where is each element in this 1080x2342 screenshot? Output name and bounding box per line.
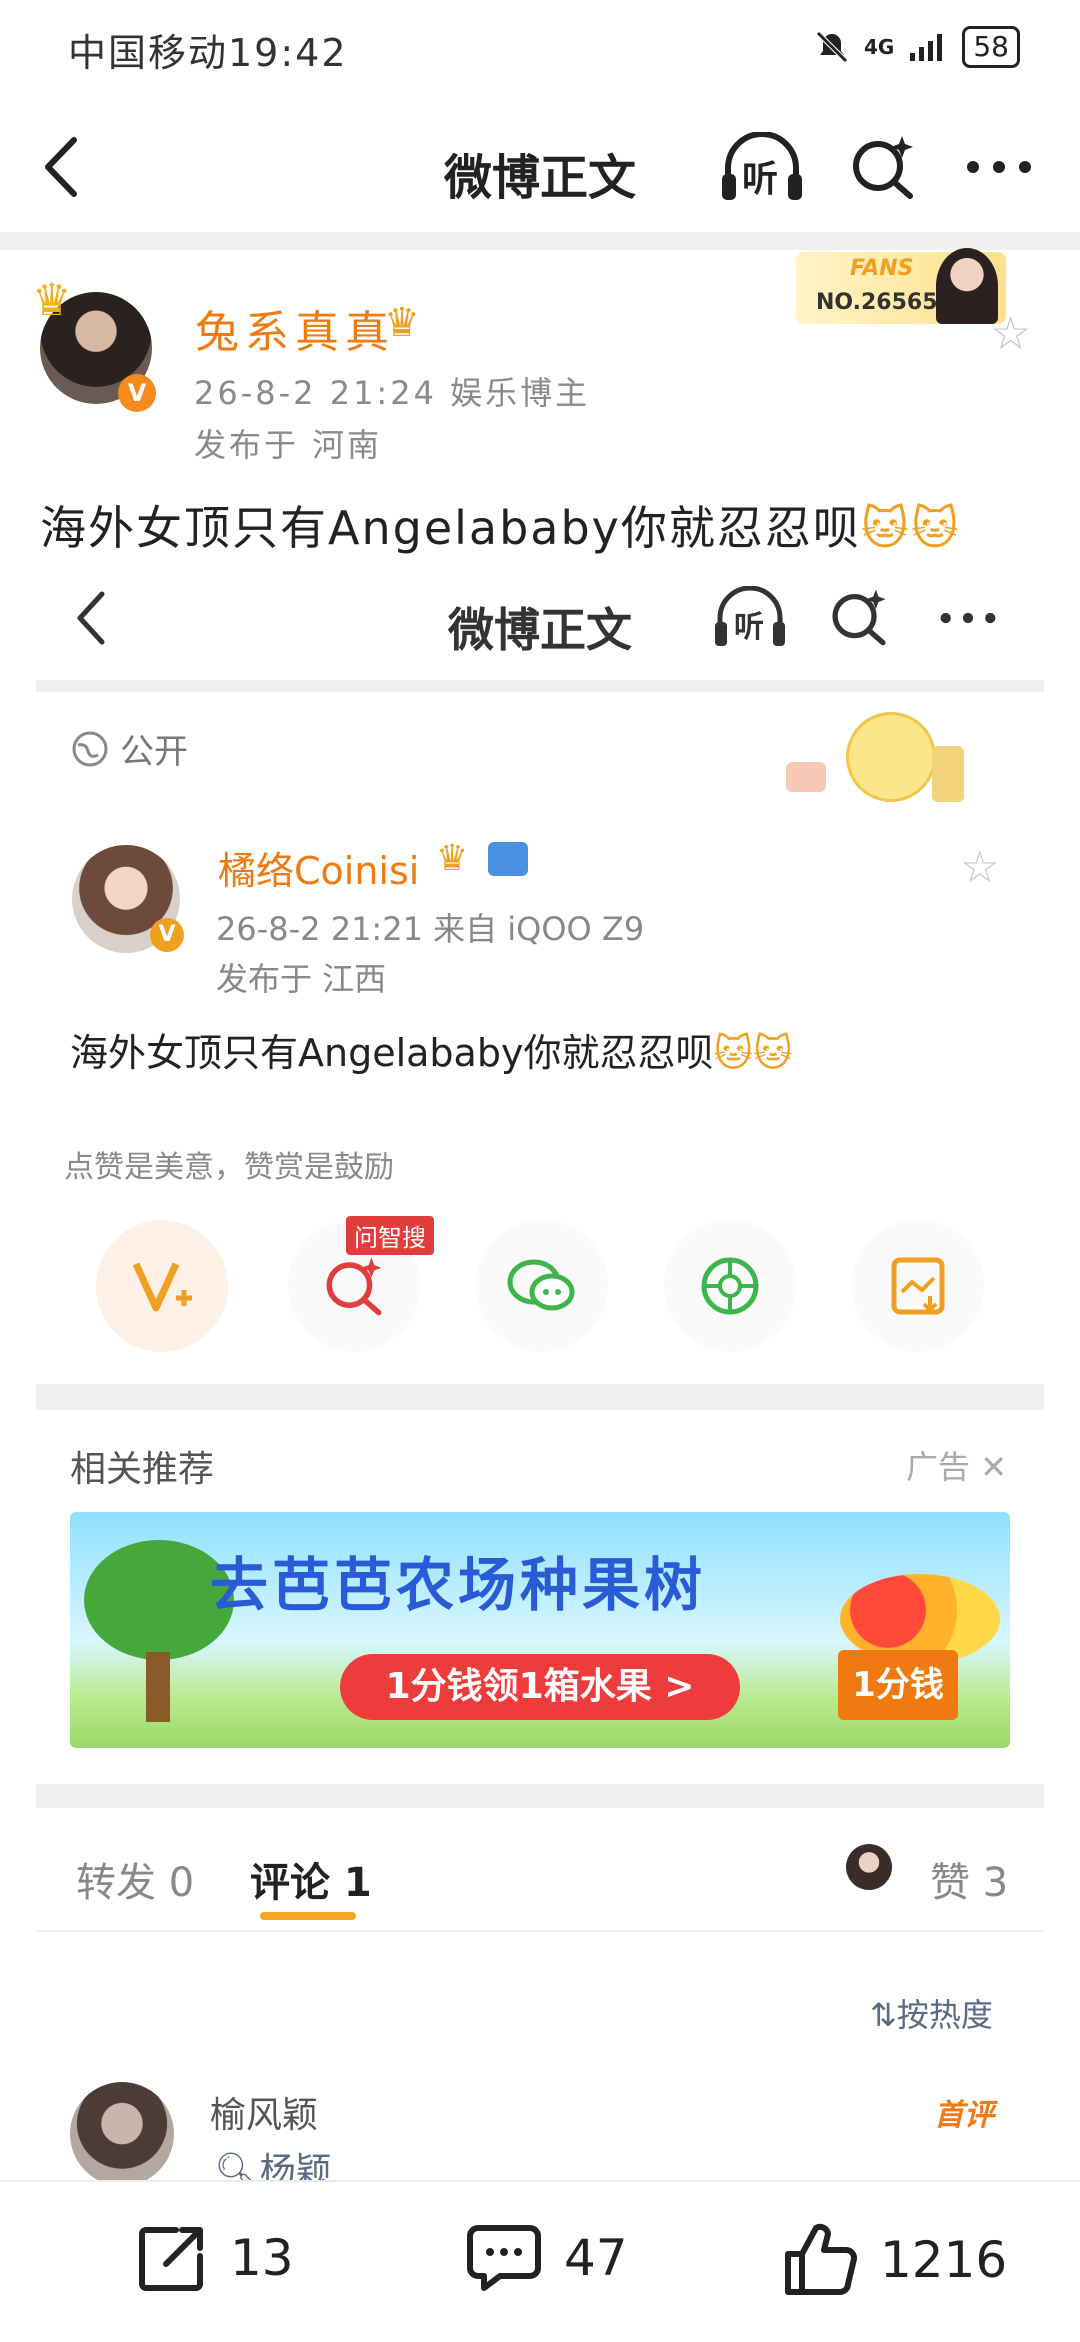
embedded-title: 微博正文	[448, 603, 632, 657]
comment-count: 47	[564, 2229, 628, 2287]
fans-badge[interactable]: FANS NO.265657	[796, 248, 1006, 324]
more-icon[interactable]	[966, 160, 1032, 174]
repost-count: 13	[230, 2229, 294, 2287]
verified-icon: V	[118, 374, 156, 412]
crown-icon: ♛	[32, 275, 72, 326]
embedded-star-icon: ☆	[960, 842, 1000, 893]
fans-badge-avatar	[936, 248, 998, 324]
tab-repost: 转发 0	[76, 1860, 195, 1906]
tab-comment: 评论 1	[250, 1860, 372, 1906]
sort-icon: ⇅	[870, 1996, 897, 2034]
emoji-icon: 🐱🐱	[860, 501, 961, 555]
visibility-row: 公开	[70, 724, 188, 773]
section-divider-2	[36, 1784, 1044, 1808]
author-name[interactable]: 兔系真真	[195, 296, 395, 360]
like-hint: 点赞是美意，赞赏是鼓励	[64, 1150, 394, 1185]
related-title: 相关推荐	[70, 1449, 215, 1490]
embedded-text: 海外女顶只有Angelababy你就忍忍呗🐱🐱	[70, 1022, 793, 1077]
close-icon: ✕	[970, 1448, 1007, 1486]
embedded-listen-icon: 听	[712, 586, 788, 650]
comment-icon	[466, 2222, 542, 2294]
embedded-meta: 26-8-2 21:21 来自 iQOO Z9	[216, 910, 645, 948]
tree-trunk	[146, 1652, 170, 1722]
wechat-share-button	[476, 1220, 608, 1352]
embedded-more-icon	[938, 612, 998, 624]
save-image-button	[852, 1220, 984, 1352]
embedded-listen-label: 听	[734, 610, 764, 645]
like-count: 1216	[880, 2231, 1008, 2289]
repost-button[interactable]: 13	[136, 2222, 294, 2294]
globe-icon	[70, 729, 110, 769]
banner-side-label: 1分钱	[838, 1650, 958, 1720]
ad-label-text: 广告	[906, 1448, 971, 1486]
like-button[interactable]: 1216	[782, 2222, 1007, 2298]
post-location: 发布于 河南	[194, 426, 383, 464]
search-icon[interactable]	[848, 132, 918, 202]
moments-share-button	[664, 1220, 796, 1352]
embedded-verified-icon: V	[150, 918, 184, 952]
vip-crown-icon: ♛	[384, 300, 420, 346]
embedded-badge-icon	[488, 842, 528, 876]
status-icons: 4G 58	[814, 26, 1020, 68]
embedded-location: 发布于 江西	[216, 960, 387, 998]
banner-cta: 1分钱领1箱水果 >	[340, 1654, 740, 1720]
ai-search-badge: 问智搜	[346, 1216, 434, 1255]
battery-indicator: 58	[962, 26, 1020, 68]
comment-avatar	[70, 2082, 174, 2186]
first-comment-badge: 首评	[934, 2098, 994, 2133]
ad-label: 广告 ✕	[906, 1442, 1007, 1488]
page-title: 微博正文	[443, 150, 636, 206]
embedded-divider	[36, 680, 1044, 692]
fans-badge-title: FANS	[850, 256, 914, 281]
sort-label: 按热度	[896, 1996, 993, 2034]
visibility-label: 公开	[120, 732, 188, 772]
section-divider	[36, 1384, 1044, 1410]
post-text-content: 海外女顶只有Angelababy你就忍忍呗	[40, 501, 861, 555]
embedded-emoji-icon: 🐱🐱	[713, 1031, 793, 1075]
embedded-text-content: 海外女顶只有Angelababy你就忍忍呗	[70, 1031, 714, 1075]
pompompurin-sticker	[786, 712, 966, 806]
liker-avatar	[846, 1844, 892, 1890]
tab-divider	[36, 1930, 1044, 1932]
status-bar: 中国移动19:42 4G 58	[0, 0, 1080, 100]
post-meta: 26-8-2 21:24 娱乐博主	[194, 374, 591, 412]
tab-like: 赞 3	[930, 1860, 1009, 1906]
reward-button	[96, 1220, 228, 1352]
embedded-author-name: 橘络Coinisi	[218, 849, 420, 893]
favorite-star-icon[interactable]: ☆	[990, 306, 1031, 360]
comment-author: 榆风颖	[210, 2095, 319, 2136]
network-label: 4G	[864, 35, 895, 59]
embedded-search-icon	[828, 586, 890, 648]
post-text: 海外女顶只有Angelababy你就忍忍呗🐱🐱	[40, 492, 961, 558]
signal-icon	[908, 31, 948, 63]
carrier-time: 中国移动19:42	[68, 31, 348, 75]
fans-badge-number: NO.265657	[816, 290, 953, 315]
embedded-vip-icon: ♛	[436, 838, 469, 879]
banner-title: 去芭芭农场种果树	[210, 1551, 707, 1619]
listen-label: 听	[742, 159, 779, 200]
active-tab-indicator	[260, 1912, 356, 1920]
comment-button[interactable]: 47	[466, 2222, 628, 2294]
listen-button[interactable]: 听	[718, 132, 806, 204]
share-icon	[136, 2222, 208, 2294]
mute-icon	[814, 29, 850, 65]
divider	[0, 232, 1080, 250]
sort-toggle: ⇅按热度	[870, 1990, 993, 2036]
thumbs-up-icon	[782, 2222, 858, 2298]
